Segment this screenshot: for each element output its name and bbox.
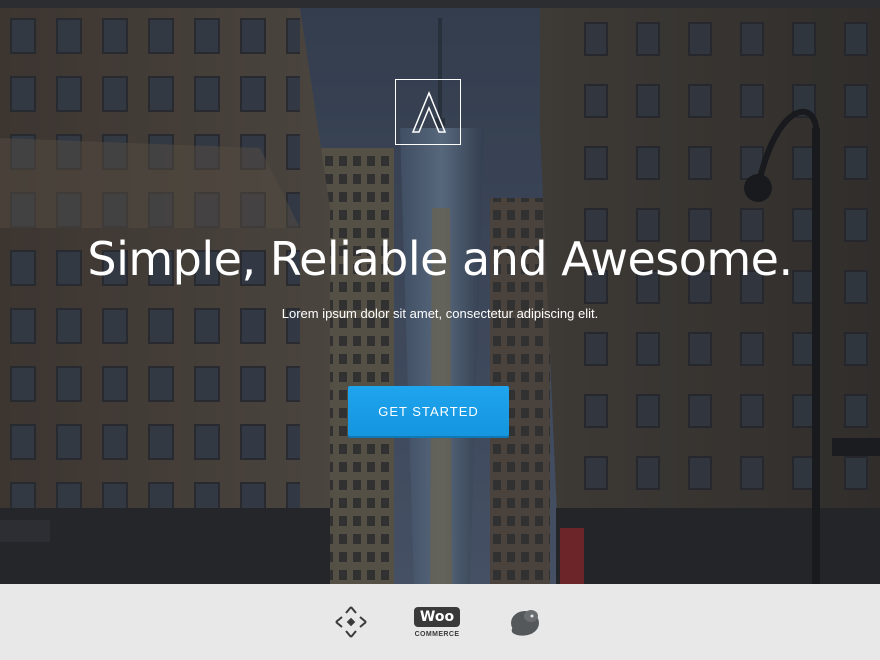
hero-subtitle: Lorem ipsum dolor sit amet, consectetur … (281, 306, 599, 321)
commerce-logo-text: COMMERCE (414, 630, 460, 638)
hero-section: Simple, Reliable and Awesome. Lorem ipsu… (0, 8, 880, 584)
woo-logo-text: Woo (413, 606, 461, 627)
get-started-button[interactable]: GET STARTED (348, 386, 509, 436)
a-logo-icon (395, 79, 461, 145)
woocommerce-logo: Woo COMMERCE (412, 584, 462, 660)
mailchimp-logo (500, 584, 550, 660)
hero-title: Simple, Reliable and Awesome. (87, 232, 793, 286)
top-bar (0, 0, 880, 8)
move-arrows-icon (326, 584, 376, 660)
partners-bar: Woo COMMERCE (0, 584, 880, 660)
